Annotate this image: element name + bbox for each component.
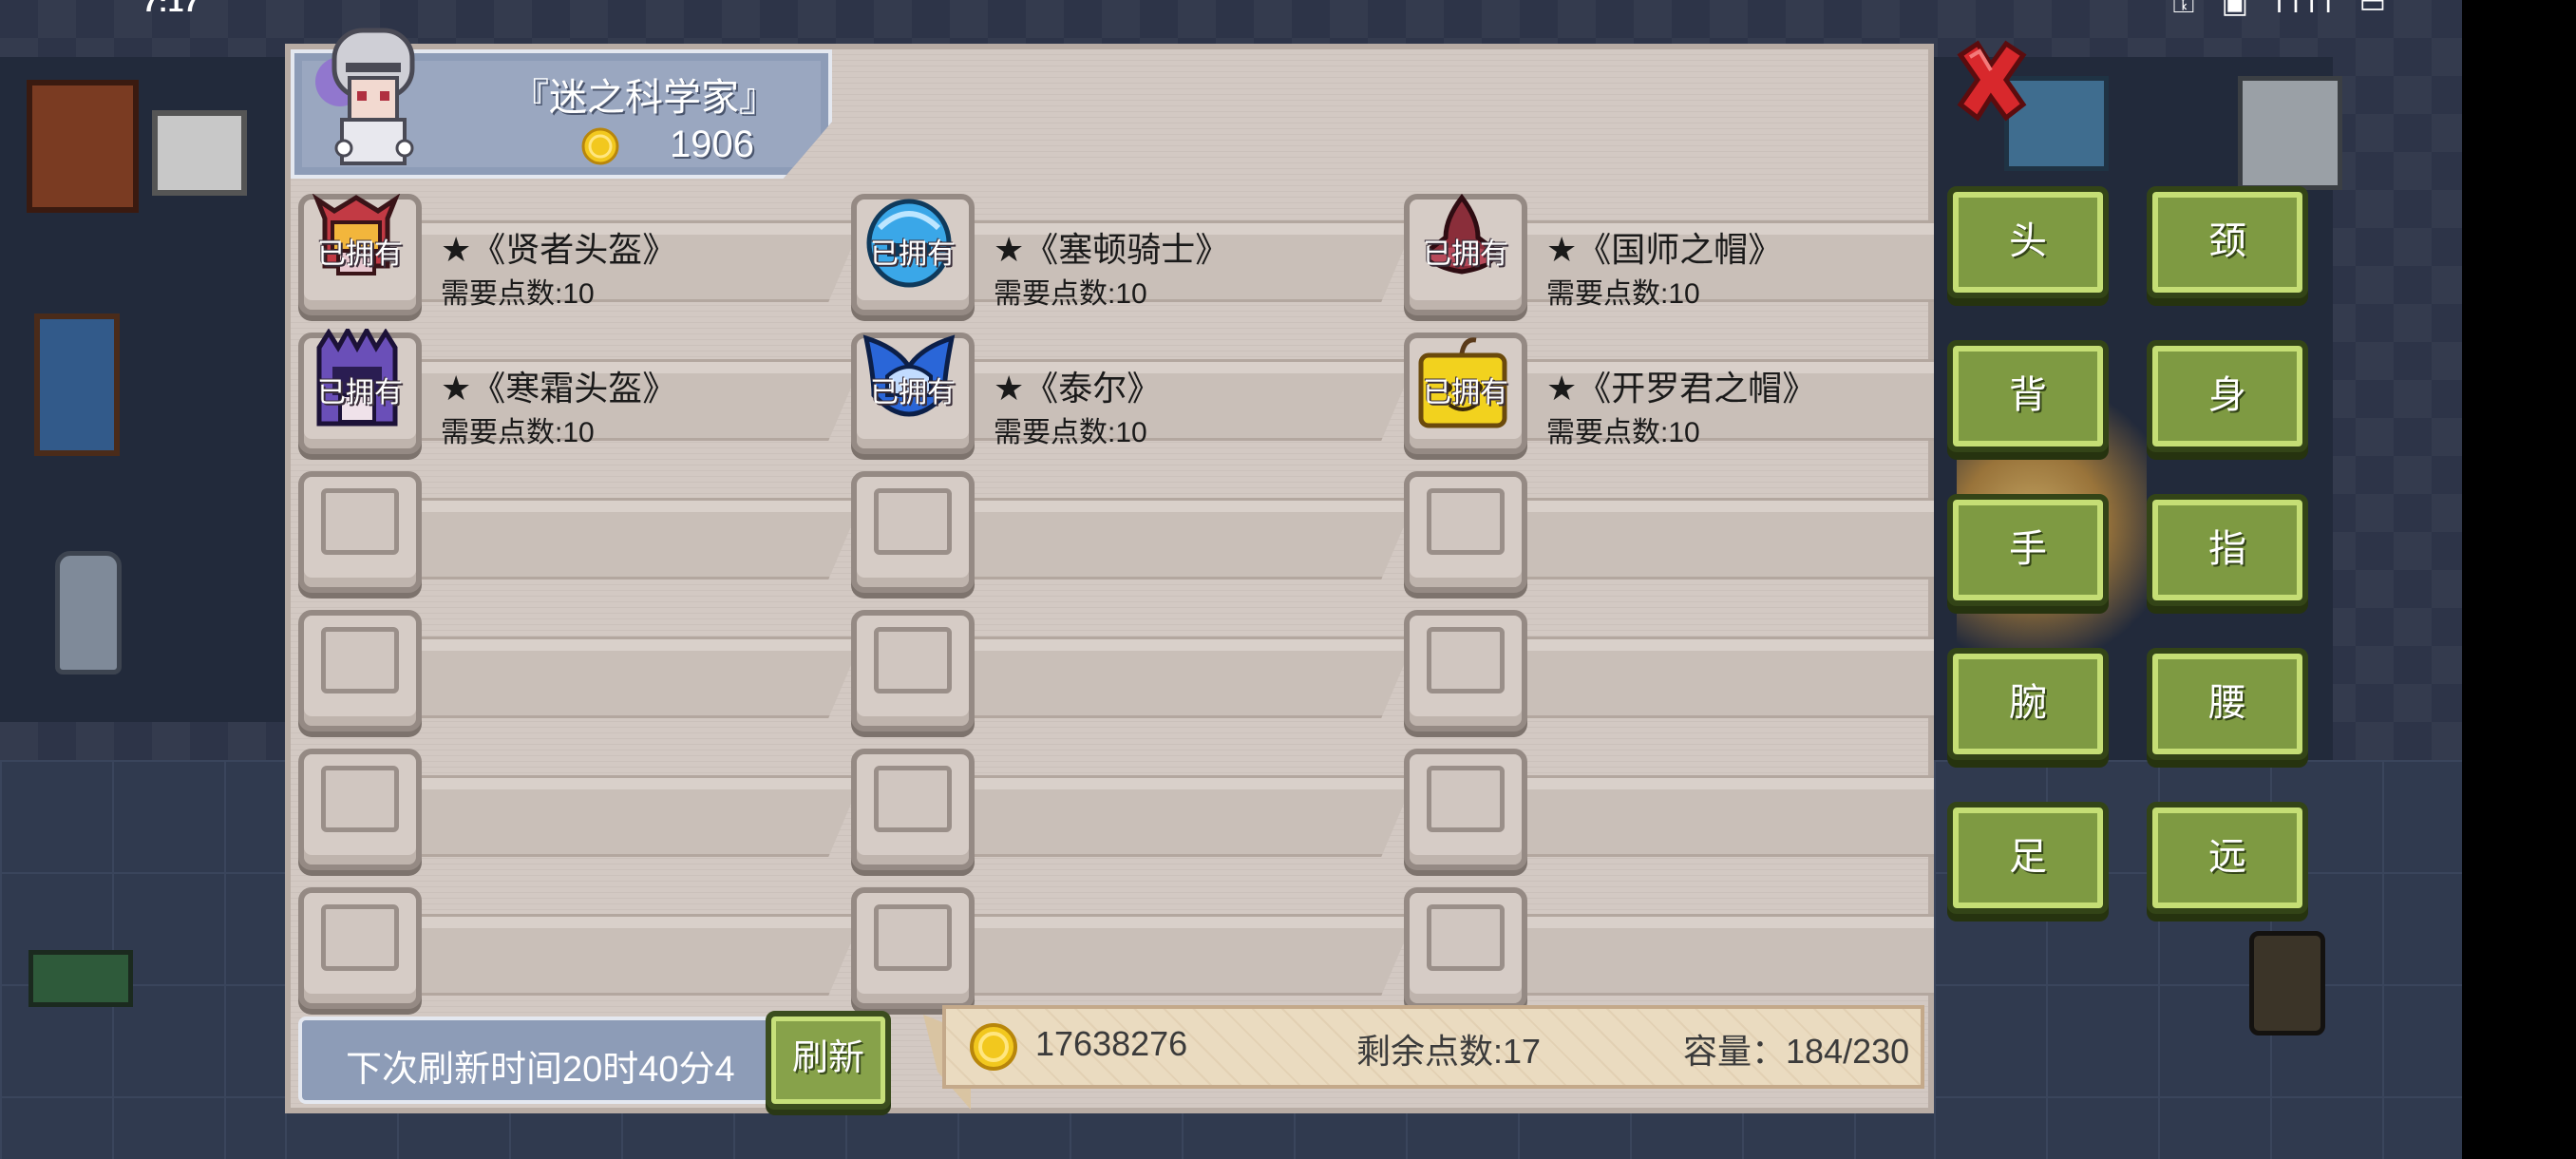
item-name: ★《国师之帽》 (1546, 230, 1783, 269)
machine-prop (152, 110, 247, 196)
item-cost: 需要点数:10 (441, 417, 595, 448)
item-icon-frame (851, 887, 975, 1009)
empty-slot-inner (874, 488, 952, 555)
item-slot[interactable]: 已拥有 ★《寒霜头盔》需要点数:10 (298, 329, 855, 454)
empty-item-slot[interactable] (851, 887, 1408, 1009)
item-cost: 需要点数:10 (994, 417, 1147, 448)
vase-prop (55, 551, 122, 674)
category-button[interactable]: 头 (1947, 186, 2109, 298)
item-icon-frame (851, 749, 975, 870)
empty-slot-inner (874, 627, 952, 694)
item-icon-frame (1404, 471, 1527, 593)
item-icon-frame (298, 887, 422, 1009)
item-cost: 需要点数:10 (441, 278, 595, 310)
item-name: ★《寒霜头盔》 (441, 369, 677, 408)
circuit-board-prop (28, 950, 133, 1007)
shop-title: 『迷之科学家』 (511, 77, 777, 119)
empty-item-slot[interactable] (298, 610, 855, 732)
empty-slot-inner (1427, 627, 1505, 694)
item-icon-frame (298, 749, 422, 870)
empty-item-slot[interactable] (851, 471, 1408, 593)
capacity: 容量：184/230 (1683, 1032, 1910, 1071)
category-button[interactable]: 指 (2147, 494, 2308, 606)
owned-label: 已拥有 (1423, 377, 1508, 408)
item-icon-frame (851, 610, 975, 732)
empty-slot-inner (1427, 904, 1505, 971)
status-bar: 7:17 ⚿ ▣ ıllı ▭ (0, 0, 2462, 19)
remaining-points: 剩余点数:17 (1356, 1032, 1542, 1071)
owned-label: 已拥有 (870, 377, 956, 408)
item-slot[interactable]: 已拥有 ★《泰尔》需要点数:10 (851, 332, 1408, 454)
owned-label: 已拥有 (1423, 238, 1508, 270)
empty-slot-inner (321, 904, 399, 971)
status-icons: ⚿ ▣ ıllı ▭ (2172, 0, 2396, 19)
item-cost: 需要点数:10 (1546, 278, 1700, 310)
locker-prop (2238, 76, 2342, 190)
cabinet-prop (27, 80, 139, 213)
refresh-button[interactable]: 刷新 (766, 1011, 891, 1110)
empty-slot-inner (321, 627, 399, 694)
item-slot[interactable]: 已拥有 ★《贤者头盔》需要点数:10 (298, 194, 855, 315)
item-icon-frame (1404, 610, 1527, 732)
category-button[interactable]: 身 (2147, 340, 2308, 452)
empty-item-slot[interactable] (1404, 749, 1934, 870)
item-slot[interactable]: 已拥有 ★《塞顿骑士》需要点数:10 (851, 194, 1408, 315)
item-name: ★《开罗君之帽》 (1546, 369, 1817, 408)
category-button[interactable]: 腕 (1947, 648, 2109, 760)
item-name: ★《塞顿骑士》 (994, 230, 1230, 269)
item-slot[interactable]: 已拥有 ★《开罗君之帽》需要点数:10 (1404, 332, 1934, 454)
refresh-timer-text: 下次刷新时间20时40分4 (346, 1050, 735, 1090)
category-tabs: 头颈背身手指腕腰足远 (1947, 186, 2327, 927)
owned-label: 已拥有 (317, 377, 403, 408)
empty-slot-inner (874, 766, 952, 832)
empty-slot-inner (1427, 488, 1505, 555)
item-icon-frame (851, 471, 975, 593)
owned-label: 已拥有 (870, 238, 956, 270)
header-coin-count: 1906 (670, 124, 754, 165)
category-button[interactable]: 手 (1947, 494, 2109, 606)
screen-edge (2462, 0, 2576, 1159)
coin-icon (581, 127, 619, 165)
empty-slot-inner (1427, 766, 1505, 832)
empty-item-slot[interactable] (1404, 887, 1934, 1009)
empty-item-slot[interactable] (298, 749, 855, 870)
item-grid: 已拥有 ★《贤者头盔》需要点数:10 已拥有 ★《塞顿骑士》需要点数:10 已拥有 ★《国… (298, 194, 1934, 1022)
scientist-avatar-icon (315, 28, 415, 165)
stats-ribbon: 17638276 剩余点数:17 容量：184/230 (942, 1005, 1924, 1089)
empty-slot-inner (321, 766, 399, 832)
empty-item-slot[interactable] (298, 471, 855, 593)
item-slot[interactable]: 已拥有 ★《国师之帽》需要点数:10 (1404, 194, 1934, 315)
robot-prop (2249, 931, 2325, 1036)
item-cost: 需要点数:10 (1546, 417, 1700, 448)
item-cost: 需要点数:10 (994, 278, 1147, 310)
empty-item-slot[interactable] (1404, 610, 1934, 732)
empty-slot-inner (874, 904, 952, 971)
category-button[interactable]: 颈 (2147, 186, 2308, 298)
empty-item-slot[interactable] (851, 610, 1408, 732)
category-button[interactable]: 足 (1947, 802, 2109, 914)
item-icon-frame (1404, 887, 1527, 1009)
close-icon[interactable] (1951, 38, 2031, 124)
coin-icon (970, 1023, 1017, 1071)
empty-item-slot[interactable] (1404, 471, 1934, 593)
category-button[interactable]: 远 (2147, 802, 2308, 914)
empty-slot-inner (321, 488, 399, 555)
category-button[interactable]: 背 (1947, 340, 2109, 452)
empty-item-slot[interactable] (851, 749, 1408, 870)
item-icon-frame (298, 610, 422, 732)
status-time: 7:17 (142, 0, 200, 18)
item-icon-frame (1404, 749, 1527, 870)
empty-item-slot[interactable] (298, 887, 855, 1009)
item-name: ★《泰尔》 (994, 369, 1162, 408)
chair-prop (34, 314, 120, 456)
owned-label: 已拥有 (317, 238, 403, 270)
item-icon-frame (298, 471, 422, 593)
total-coin-count: 17638276 (1035, 1024, 1188, 1063)
shop-panel: 『迷之科学家』 1906 已拥有 ★《贤者头盔》需要点数:10 已拥有 ★《塞顿骑士》… (285, 44, 1934, 1113)
item-name: ★《贤者头盔》 (441, 230, 677, 269)
category-button[interactable]: 腰 (2147, 648, 2308, 760)
